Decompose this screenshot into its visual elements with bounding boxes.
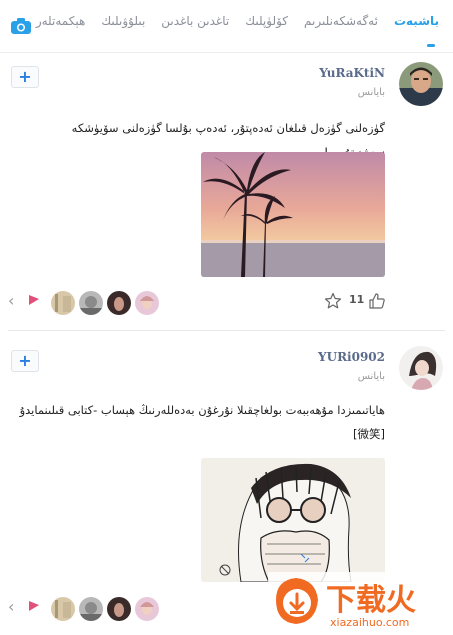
liker-avatar[interactable] xyxy=(50,596,76,622)
avatar[interactable] xyxy=(399,62,443,106)
liker-avatar[interactable] xyxy=(78,290,104,316)
tab-following[interactable]: ئەگەشكەنلىرىم xyxy=(296,14,386,28)
liker-avatar[interactable] xyxy=(134,596,160,622)
follow-button[interactable]: + xyxy=(11,66,39,88)
post-image[interactable] xyxy=(201,458,385,582)
avatar[interactable] xyxy=(399,346,443,390)
tab-wisdom[interactable]: ھېكمەتلەر xyxy=(28,14,94,28)
star-icon[interactable] xyxy=(324,292,342,310)
liker-avatar[interactable] xyxy=(78,596,104,622)
feed-post: + YuRaKtiN بايانس گۈزەلنى گۈزەل قىلغان ئ… xyxy=(0,52,453,330)
user-subtitle: بايانس xyxy=(357,87,385,98)
username[interactable]: YURi0902 xyxy=(318,350,385,364)
watermark-url: xiazaihuo.com xyxy=(330,616,409,629)
liker-avatar[interactable] xyxy=(134,290,160,316)
like-count: 11 xyxy=(349,293,365,306)
tab-home[interactable]: باشبەت xyxy=(386,14,447,28)
tab-knowledge[interactable]: بىلۇۋىلىك xyxy=(93,14,153,28)
watermark-logo: 下载火 xiazaihuo.com xyxy=(268,572,453,631)
username[interactable]: YuRaKtiN xyxy=(319,66,385,80)
post-divider xyxy=(8,330,445,331)
liker-avatar[interactable] xyxy=(50,290,76,316)
tab-misc[interactable]: تاغدىن باغدىن xyxy=(153,14,237,28)
follow-button[interactable]: + xyxy=(11,350,39,372)
post-image[interactable] xyxy=(201,152,385,277)
post-text: ھاياتىمىزدا مۇھەببەت بولغاچقىلا نۇرغۇن ب… xyxy=(19,403,385,441)
flag-icon[interactable] xyxy=(28,600,40,612)
active-tab-indicator xyxy=(427,44,435,47)
user-subtitle: بايانس xyxy=(357,371,385,382)
post-action-bar: ‹ 11 xyxy=(0,288,453,316)
top-navigation-bar: باشبەت ئەگەشكەنلىرىم كۆلۈپلىك تاغدىن باغ… xyxy=(0,0,453,53)
tab-club[interactable]: كۆلۈپلىك xyxy=(237,14,296,28)
liker-avatar[interactable] xyxy=(106,290,132,316)
chevron-left-icon[interactable]: ‹ xyxy=(8,291,14,310)
chevron-left-icon[interactable]: ‹ xyxy=(8,597,14,616)
thumbs-up-icon[interactable] xyxy=(368,292,386,310)
tab-list: باشبەت ئەگەشكەنلىرىم كۆلۈپلىك تاغدىن باغ… xyxy=(28,14,447,28)
liker-avatar[interactable] xyxy=(106,596,132,622)
flag-icon[interactable] xyxy=(28,294,40,306)
watermark-title: 下载火 xyxy=(326,583,416,618)
